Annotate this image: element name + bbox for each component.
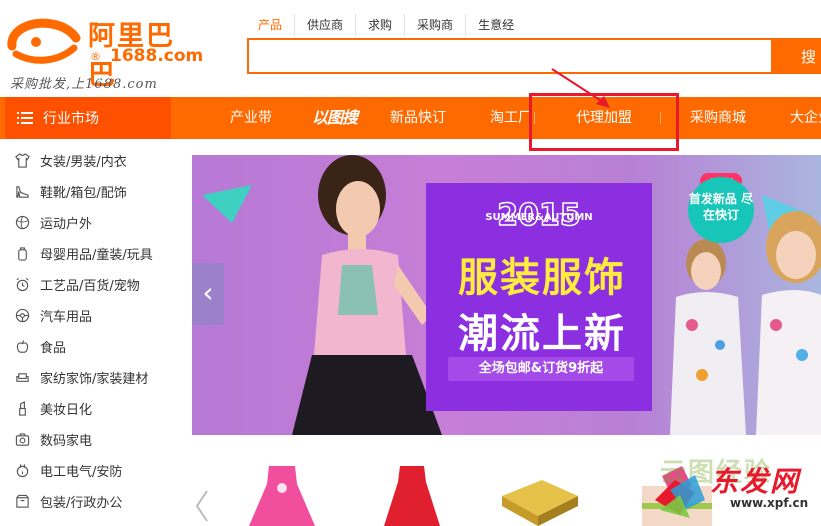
sidebar-item-label: 工艺品/百货/宠物 [40,279,140,294]
banner-prev-button[interactable]: ‹ [192,263,224,325]
model-girl-figure [756,211,821,435]
nav-item-industry-belt[interactable]: 产业带 [230,97,272,139]
high-heel-icon [16,186,29,198]
logo-slogan: 采购批发,上1688.com [10,77,158,92]
sidebar-item-label: 电工电气/安防 [40,465,123,480]
sidebar-item-beauty[interactable]: 美妆日化 [5,393,171,424]
sidebar-item-apparel[interactable]: 女装/男装/内衣 [5,145,171,176]
chevron-left-icon: ‹ [202,276,214,309]
sofa-icon [16,373,29,382]
decor-triangle-icon [202,185,252,223]
logo-domain: 1688.com [110,46,204,66]
sidebar-item-label: 母婴用品/童装/玩具 [40,248,153,263]
alibaba-logo[interactable]: 阿里巴巴 ® 1688.com 采购批发,上1688.com [6,8,203,92]
sidebar-item-label: 家纺家饰/家装建材 [40,372,149,387]
list-icon [17,112,33,124]
baby-bottle-icon [18,247,27,261]
site-header: 阿里巴巴 ® 1688.com 采购批发,上1688.com 产品 供应商 求购… [0,0,821,97]
search-tab-product[interactable]: 产品 [254,14,294,36]
sidebar-item-label: 汽车用品 [40,310,93,325]
steering-wheel-icon [15,308,30,323]
nav-item-enterprise[interactable]: 大企业 [790,97,821,139]
sports-ball-icon [15,215,30,230]
banner-subline: 全场包邮&订货9折起 [448,357,634,381]
search-box [247,38,773,74]
search-tab-request[interactable]: 求购 [355,14,404,36]
sidebar-item-label: 运动户外 [40,217,93,232]
sidebar-item-label: 鞋靴/箱包/配饰 [40,186,127,201]
lipstick-icon [19,401,26,416]
new-arrival-badge: 首发新品 尽在快订 [688,177,754,243]
sidebar-item-home-textiles[interactable]: 家纺家饰/家装建材 [5,362,171,393]
banner-headline-1: 服装服饰 [458,255,626,301]
camera-icon [15,433,30,446]
watermark-url: www.xpf.cn [730,496,809,510]
annotation-highlight-box [529,93,679,151]
sidebar-item-packaging-office[interactable]: 包装/行政办公 [5,486,171,517]
product-pink-dress-image[interactable] [247,466,317,526]
sidebar-item-auto[interactable]: 汽车用品 [5,300,171,331]
nav-item-image-search[interactable]: 以图搜 [312,97,358,139]
search-tab-supplier[interactable]: 供应商 [294,14,355,36]
nav-item-new-quick-order[interactable]: 新品快订 [390,97,446,139]
alarm-clock-icon [16,277,29,292]
shirt-icon [15,153,30,168]
sidebar-item-baby-toys[interactable]: 母婴用品/童装/玩具 [5,238,171,269]
product-gold-item-image[interactable] [492,476,582,526]
alibaba-smile-icon [7,18,81,64]
sidebar-item-label: 包装/行政办公 [40,496,123,511]
registered-mark: ® [90,50,101,63]
box-icon [16,494,29,508]
svg-text:SUMMER&AUTUMN: SUMMER&AUTUMN [485,212,592,223]
chevron-left-icon[interactable] [192,486,212,526]
nav-item-taobao-factory[interactable]: 淘工厂 [490,97,532,139]
model-boy-figure [670,239,746,435]
sidebar-item-label: 数码家电 [40,434,93,449]
watermark-brand: 东发网 [710,465,801,498]
main-nav: 行业市场 产业带 以图搜 新品快订 淘工厂 代理加盟 采购商城 大企业 [0,97,821,139]
plug-icon [16,464,29,478]
sidebar-item-shoes-bags[interactable]: 鞋靴/箱包/配饰 [5,176,171,207]
sidebar-item-sports[interactable]: 运动户外 [5,207,171,238]
product-red-dress-image[interactable] [382,466,442,526]
search-tab-business[interactable]: 生意经 [465,14,526,36]
nav-item-procurement-mall[interactable]: 采购商城 [690,97,746,139]
category-header-label: 行业市场 [43,111,99,127]
sidebar-item-label: 女装/男装/内衣 [40,155,127,170]
sidebar-item-electrical[interactable]: 电工电气/安防 [5,455,171,486]
apple-icon [16,340,29,353]
search-button[interactable]: 搜 [771,38,821,74]
sidebar-item-label: 食品 [40,341,67,356]
sidebar-item-crafts-pets[interactable]: 工艺品/百货/宠物 [5,269,171,300]
sidebar-item-label: 美妆日化 [40,403,93,418]
category-header[interactable]: 行业市场 [5,97,171,139]
sidebar-item-food[interactable]: 食品 [5,331,171,362]
watermark-logo-icon [655,475,705,518]
search-input[interactable] [249,40,771,72]
year-graphic: 2015 SUMMER&AUTUMN [485,199,592,233]
category-sidebar: 女装/男装/内衣 鞋靴/箱包/配饰 运动户外 母婴用品/童装/玩具 工艺品/百货… [5,139,171,526]
promo-banner[interactable]: 2015 SUMMER&AUTUMN 服装服饰 潮流上新 全场包邮&订货9折起 … [192,155,821,435]
search-tab-buyer[interactable]: 采购商 [404,14,465,36]
sidebar-item-digital[interactable]: 数码家电 [5,424,171,455]
search-tabs: 产品 供应商 求购 采购商 生意经 [254,14,526,36]
banner-headline-2: 潮流上新 [458,311,626,357]
